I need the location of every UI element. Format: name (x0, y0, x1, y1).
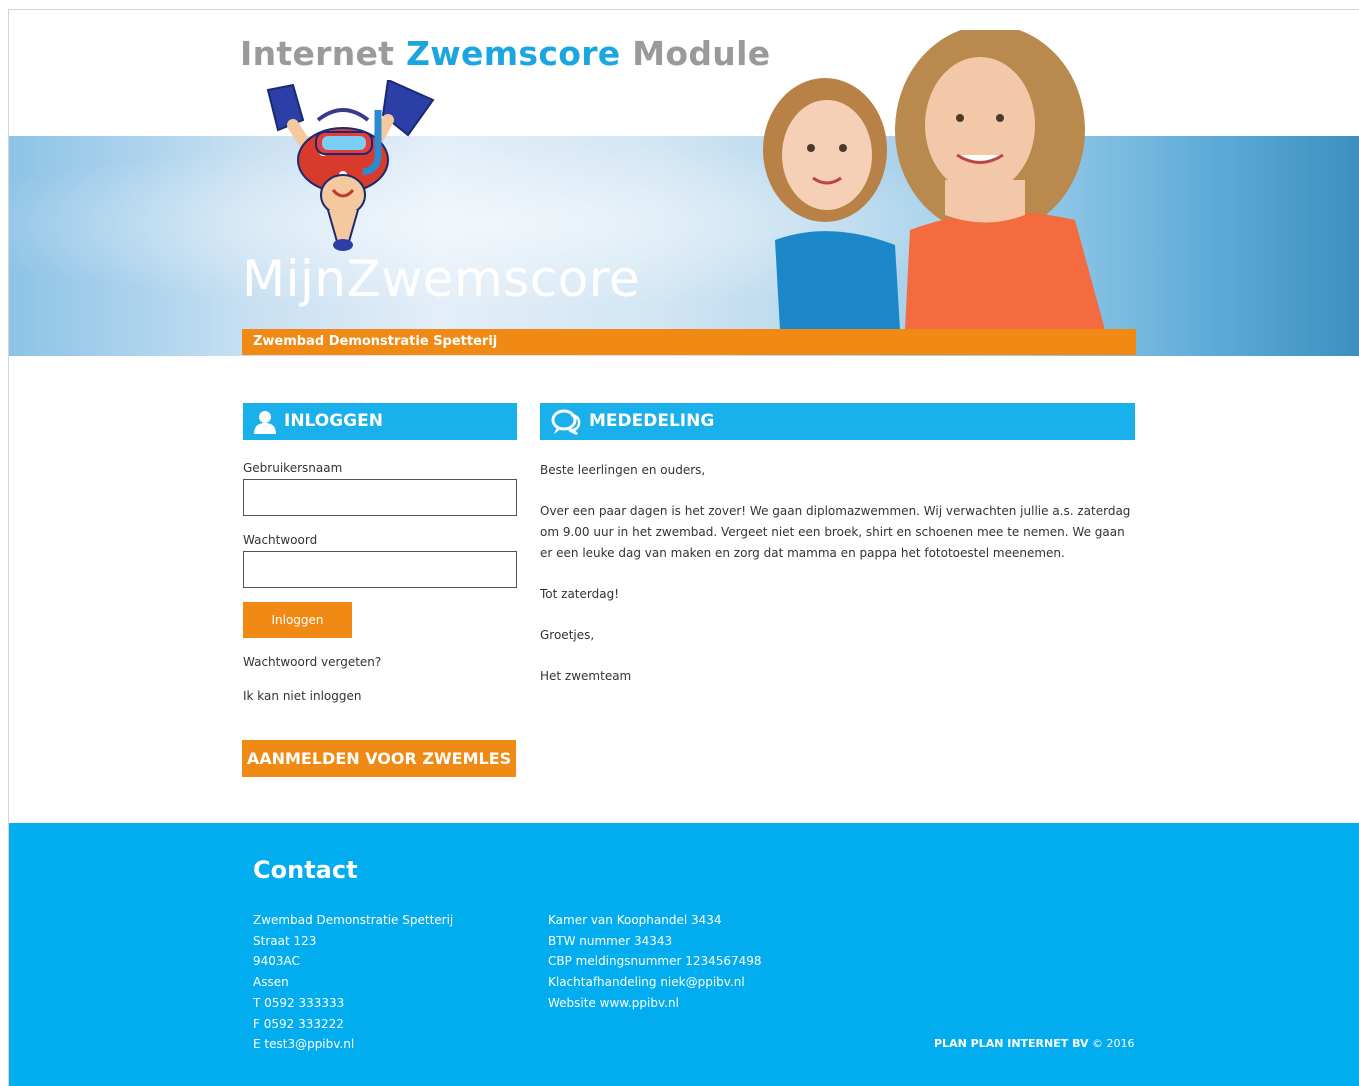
cannot-login-link[interactable]: Ik kan niet inloggen (243, 689, 362, 703)
login-button[interactable]: Inloggen (243, 602, 352, 638)
address-line: 9403AC (253, 954, 300, 969)
address-line: Assen (253, 975, 289, 990)
password-label: Wachtwoord (243, 533, 318, 547)
company-line: Kamer van Koophandel 3434 (548, 913, 722, 927)
forgot-password-link[interactable]: Wachtwoord vergeten? (243, 655, 381, 669)
notice-body: Beste leerlingen en ouders, Over een paa… (540, 460, 1140, 707)
username-label: Gebruikersnaam (243, 461, 343, 475)
company-line: Website www.ppibv.nl (548, 995, 679, 1010)
company-line: CBP meldingsnummer 1234567498 (548, 954, 762, 969)
company-line: BTW nummer 34343 (548, 933, 673, 948)
site-title-accent: Zwemscore (406, 34, 621, 73)
notice-paragraph: Het zwemteam (540, 669, 632, 683)
password-input[interactable] (243, 551, 517, 588)
login-heading: INLOGGEN (243, 403, 517, 440)
email-line: E test3@ppibv.nl (253, 1037, 355, 1052)
notice-paragraph: Beste leerlingen en ouders, (540, 463, 706, 477)
brand-text: MijnZwemscore (242, 250, 641, 308)
copyright-company: PLAN PLAN INTERNET BV (934, 1037, 1089, 1050)
company-info: Kamer van Koophandel 3434 BTW nummer 343… (548, 910, 762, 1014)
notice-heading-text: MEDEDELING (589, 411, 715, 431)
mascot-diver-icon (266, 80, 435, 251)
company-line: Klachtafhandeling niek@ppibv.nl (548, 975, 745, 990)
site-title: Internet Zwemscore Module (240, 34, 770, 73)
copyright-year: © 2016 (1092, 1037, 1135, 1050)
address-line: Straat 123 (253, 933, 317, 948)
notice-heading: MEDEDELING (540, 403, 1135, 440)
fax-line: F 0592 333222 (253, 1016, 344, 1031)
username-input[interactable] (243, 479, 517, 516)
phone-line: T 0592 333333 (253, 995, 345, 1010)
notice-paragraph: Tot zaterdag! (540, 587, 620, 601)
hero-shine (9, 136, 1359, 356)
pool-name-bar: Zwembad Demonstratie Spetterij (242, 329, 1136, 355)
signup-swim-lessons-button[interactable]: AANMELDEN VOOR ZWEMLES (242, 740, 516, 777)
contact-address: Zwembad Demonstratie Spetterij Straat 12… (253, 910, 453, 1055)
copyright: PLAN PLAN INTERNET BV © 2016 (934, 1037, 1135, 1050)
notice-paragraph: Groetjes, (540, 628, 595, 642)
hero-photo (763, 30, 1105, 330)
speech-bubbles-icon (551, 409, 581, 435)
user-icon (254, 410, 276, 434)
hero-banner (9, 136, 1359, 356)
notice-paragraph: Over een paar dagen is het zover! We gaa… (540, 504, 1131, 560)
address-line: Zwembad Demonstratie Spetterij (253, 913, 454, 927)
site-title-part1: Internet (240, 34, 407, 73)
login-heading-text: INLOGGEN (284, 411, 383, 431)
contact-title: Contact (253, 856, 358, 884)
